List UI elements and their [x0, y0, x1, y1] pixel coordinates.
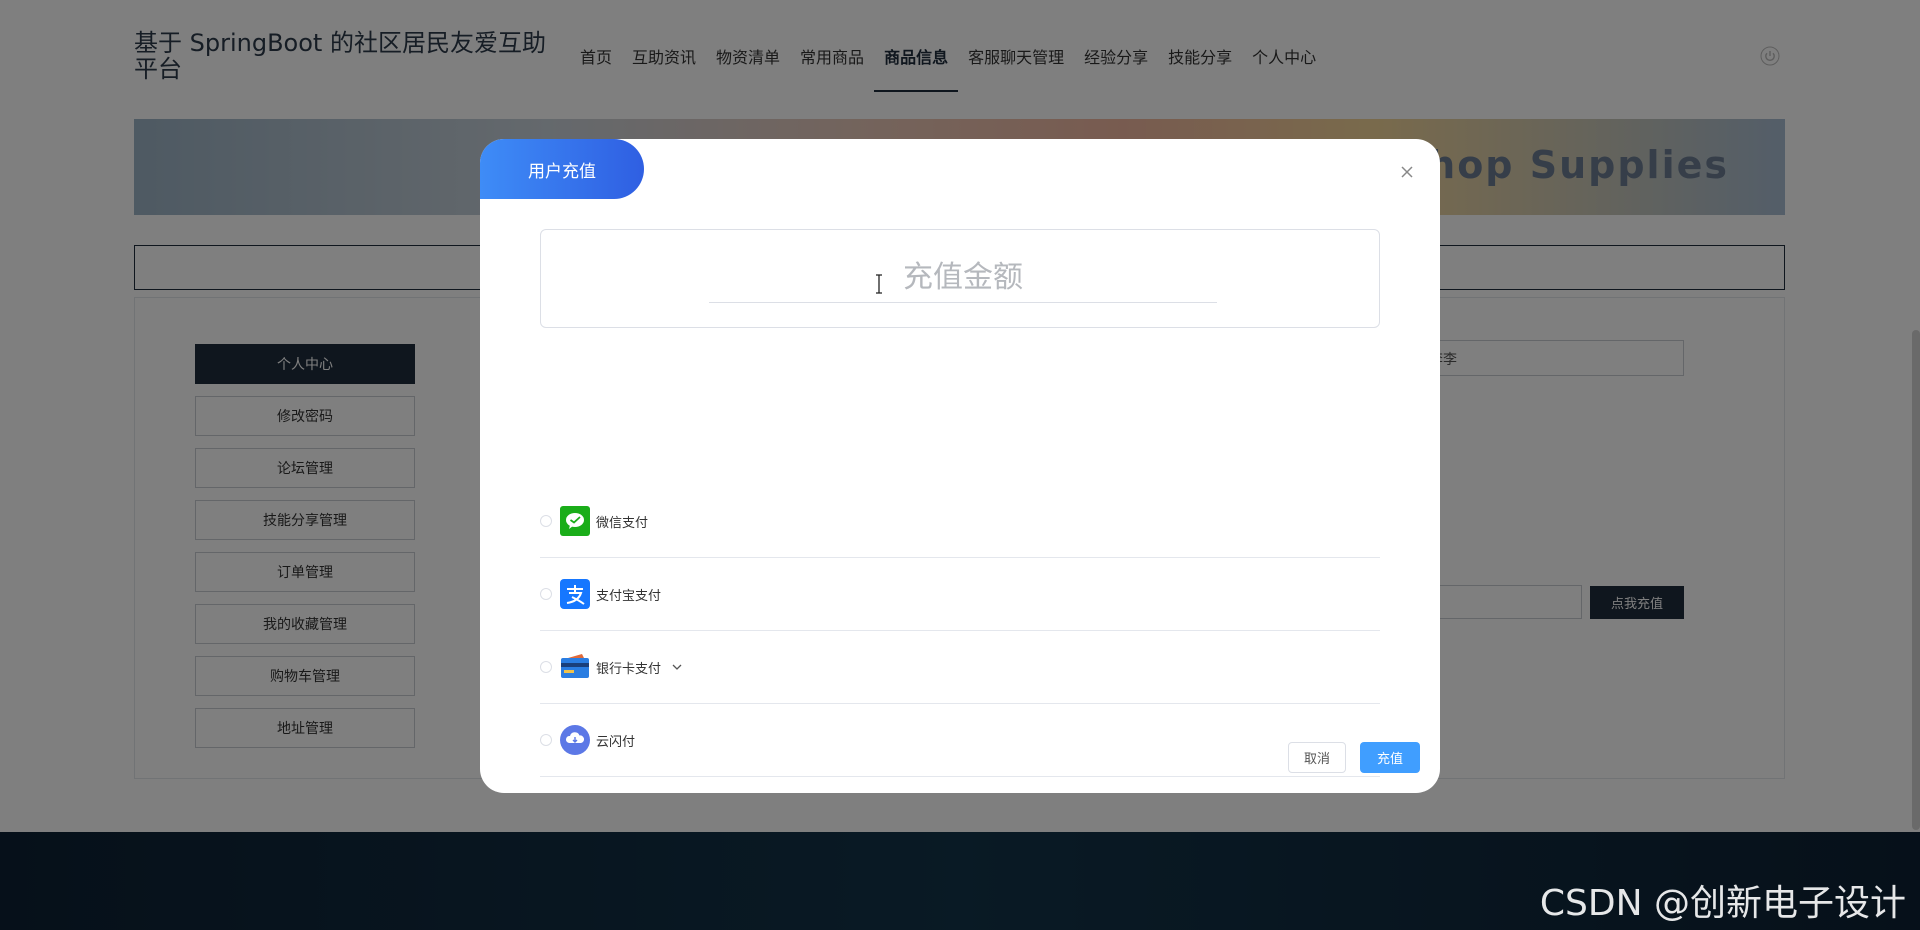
unionpay-cloud-icon — [560, 725, 590, 755]
amount-input[interactable] — [709, 252, 1217, 303]
payment-label: 支付宝支付 — [596, 588, 662, 604]
recharge-modal: 用户充值 微信支付 — [480, 139, 1440, 793]
alipay-icon — [560, 579, 590, 609]
close-icon — [1401, 166, 1413, 178]
payment-option-alipay[interactable]: 支付宝支付 — [540, 558, 1380, 631]
bank-card-icon — [560, 652, 590, 682]
modal-title: 用户充值 — [480, 139, 644, 199]
payment-option-cloud-pay[interactable]: 云闪付 — [540, 704, 1380, 777]
payment-label: 银行卡支付 — [596, 661, 662, 677]
radio-bank-card[interactable] — [540, 661, 552, 673]
cancel-button[interactable]: 取消 — [1288, 742, 1346, 773]
close-button[interactable] — [1392, 157, 1422, 187]
payment-label: 微信支付 — [596, 515, 649, 531]
wechat-pay-icon — [560, 506, 590, 536]
watermark: CSDN @创新电子设计 — [1539, 883, 1906, 924]
chevron-down-icon[interactable] — [671, 661, 683, 673]
payment-label: 云闪付 — [596, 734, 636, 750]
text-cursor-icon — [876, 274, 882, 294]
radio-wechat[interactable] — [540, 515, 552, 527]
confirm-recharge-button[interactable]: 充值 — [1360, 742, 1420, 773]
amount-box — [540, 229, 1380, 328]
radio-alipay[interactable] — [540, 588, 552, 600]
radio-cloud-pay[interactable] — [540, 734, 552, 746]
payment-option-wechat[interactable]: 微信支付 — [540, 485, 1380, 558]
payment-option-bank-card[interactable]: 银行卡支付 — [540, 631, 1380, 704]
